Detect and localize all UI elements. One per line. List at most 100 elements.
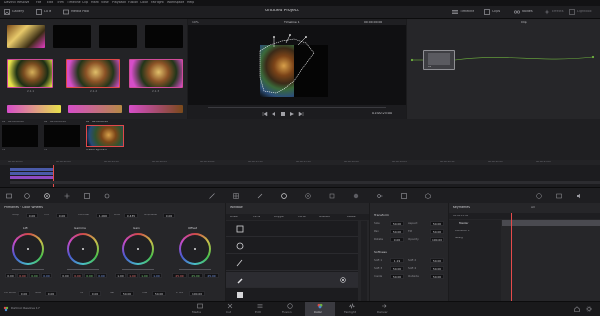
rgb-mixer-icon[interactable] bbox=[84, 193, 90, 199]
opacity-field[interactable]: 100.00 bbox=[430, 237, 444, 242]
timeline-name[interactable]: Timeline 1 bbox=[284, 21, 300, 24]
aspect-field[interactable]: 50.00 bbox=[430, 221, 444, 226]
magic-mask-icon[interactable] bbox=[329, 193, 335, 199]
menu-clip[interactable]: Clip bbox=[82, 1, 88, 4]
motion-effects-icon[interactable] bbox=[104, 193, 110, 199]
timeline-scrollbar[interactable] bbox=[10, 181, 600, 184]
menu-file[interactable]: File bbox=[36, 1, 41, 4]
scopes-icon[interactable] bbox=[556, 193, 562, 199]
node-mode[interactable]: Clip bbox=[521, 21, 527, 24]
luts-button[interactable]: LUTs bbox=[44, 10, 51, 13]
luts-icon[interactable] bbox=[36, 9, 42, 15]
color-wheels-icon[interactable] bbox=[44, 193, 50, 199]
window-curve-button[interactable]: Curve bbox=[298, 216, 306, 219]
media-pool-button[interactable]: Media Pool bbox=[71, 10, 89, 13]
menu-mark[interactable]: Mark bbox=[91, 1, 99, 4]
audio-icon[interactable] bbox=[576, 193, 582, 199]
still-thumbnail[interactable] bbox=[7, 25, 45, 48]
temp-field[interactable]: 0.00 bbox=[26, 213, 38, 218]
sizing-icon[interactable] bbox=[401, 193, 407, 199]
window-linear-button[interactable]: Linear bbox=[230, 216, 238, 219]
window-list-item[interactable] bbox=[226, 221, 358, 237]
pivot-field[interactable]: 0.435 bbox=[124, 213, 138, 218]
offset-color-wheel[interactable] bbox=[179, 233, 211, 265]
menu-edit[interactable]: Edit bbox=[47, 1, 53, 4]
viewer-zoom[interactable]: 10% bbox=[192, 21, 199, 24]
effects-toggle[interactable]: Effects bbox=[552, 10, 564, 13]
gamma-master-slider[interactable] bbox=[67, 269, 99, 270]
soft2-field[interactable]: 50.00 bbox=[430, 258, 444, 263]
keyframes-filter[interactable]: All bbox=[531, 206, 535, 209]
nodes-icon[interactable] bbox=[514, 9, 520, 15]
media-pool-icon[interactable] bbox=[63, 9, 69, 15]
3d-icon[interactable] bbox=[425, 193, 431, 199]
offset-master-slider[interactable] bbox=[179, 269, 211, 270]
clip-item[interactable]: 01 00:00:00:00 V1 bbox=[2, 121, 40, 157]
timeline-track-video[interactable] bbox=[10, 168, 54, 171]
keyframe-track-sizing[interactable]: Sizing bbox=[455, 237, 463, 240]
page-tab-edit[interactable]: Edit bbox=[245, 302, 275, 316]
inside-field[interactable]: 50.00 bbox=[390, 274, 404, 279]
menu-view[interactable]: View bbox=[101, 1, 109, 4]
mid-detail-field[interactable]: 0.00 bbox=[163, 213, 175, 218]
gallery-button[interactable]: Gallery bbox=[12, 10, 24, 13]
home-icon[interactable] bbox=[574, 306, 580, 312]
power-window-shape[interactable] bbox=[254, 33, 334, 99]
lift-color-wheel[interactable] bbox=[12, 233, 44, 265]
gain-color-wheel[interactable] bbox=[122, 233, 154, 265]
window-enable-icon[interactable] bbox=[340, 277, 346, 283]
window-circle-button[interactable]: Circle bbox=[253, 216, 260, 219]
page-tab-media[interactable]: Media bbox=[185, 302, 215, 316]
menu-playback[interactable]: Playback bbox=[112, 1, 126, 4]
viewer-canvas[interactable] bbox=[188, 25, 406, 105]
tilt-field[interactable]: 50.00 bbox=[430, 229, 444, 234]
tint-field[interactable]: 0.00 bbox=[56, 213, 68, 218]
menu-help[interactable]: Help bbox=[187, 1, 194, 4]
window-list-item[interactable] bbox=[226, 255, 358, 271]
window-list-scrollbar[interactable] bbox=[361, 221, 367, 301]
settings-gear-icon[interactable] bbox=[586, 306, 592, 312]
timeline-icon[interactable] bbox=[452, 9, 458, 15]
mini-timeline[interactable]: 00:00:00:00 00:00:02:08 00:00:04:16 00:0… bbox=[0, 160, 600, 187]
soft1-field[interactable]: 1.19 bbox=[390, 258, 404, 263]
still-thumbnail[interactable] bbox=[145, 25, 183, 48]
effects-icon[interactable] bbox=[544, 9, 550, 15]
keyframes-playhead[interactable] bbox=[511, 213, 512, 301]
clips-icon[interactable] bbox=[484, 9, 490, 15]
keyframes-master-lane[interactable] bbox=[502, 220, 600, 226]
window-gradient-button[interactable]: Gradient bbox=[319, 216, 330, 219]
tracker-icon[interactable] bbox=[305, 193, 311, 199]
gallery-icon[interactable] bbox=[4, 9, 10, 15]
menu-trim[interactable]: Trim bbox=[57, 1, 64, 4]
window-icon[interactable] bbox=[281, 193, 287, 199]
gamma-color-wheel[interactable] bbox=[67, 233, 99, 265]
pan-field[interactable]: 50.00 bbox=[390, 229, 404, 234]
contrast-field[interactable]: 1.000 bbox=[96, 213, 110, 218]
key-icon[interactable] bbox=[377, 193, 383, 199]
clip-item-selected[interactable]: 03 00:00:09:29 H.264 High L4.2 bbox=[86, 121, 126, 157]
soft4-field[interactable]: 50.00 bbox=[430, 266, 444, 271]
page-tab-color-active[interactable]: Color bbox=[305, 302, 335, 316]
page-tab-cut[interactable]: Cut bbox=[215, 302, 245, 316]
menu-color[interactable]: Color bbox=[140, 1, 148, 4]
menu-fairlight[interactable]: Fairlight bbox=[151, 1, 164, 4]
lightbox-toggle[interactable]: Lightbox bbox=[577, 10, 592, 13]
curves-icon[interactable] bbox=[209, 193, 215, 199]
menu-app[interactable]: DaVinci Resolve bbox=[4, 1, 29, 4]
rotate-field[interactable]: 0.00 bbox=[390, 237, 404, 242]
clips-toggle[interactable]: Clips bbox=[492, 10, 500, 13]
size-field[interactable]: 50.00 bbox=[390, 221, 404, 226]
color-match-icon[interactable] bbox=[24, 193, 30, 199]
keyframe-track-corrector[interactable]: Corrector 1 bbox=[455, 230, 470, 233]
nodes-toggle[interactable]: Nodes bbox=[522, 10, 533, 13]
menu-fusion[interactable]: Fusion bbox=[128, 1, 138, 4]
still-thumbnail[interactable] bbox=[129, 105, 183, 113]
gain-master-slider[interactable] bbox=[122, 269, 154, 270]
timeline-toggle[interactable]: Timeline bbox=[460, 10, 474, 13]
blur-icon[interactable] bbox=[353, 193, 359, 199]
hdr-icon[interactable] bbox=[64, 193, 70, 199]
viewer-scrubber[interactable] bbox=[208, 107, 386, 108]
still-thumbnail[interactable] bbox=[99, 25, 137, 48]
timeline-track-video[interactable] bbox=[10, 172, 54, 175]
window-polygon-button[interactable]: Polygon bbox=[274, 216, 284, 219]
